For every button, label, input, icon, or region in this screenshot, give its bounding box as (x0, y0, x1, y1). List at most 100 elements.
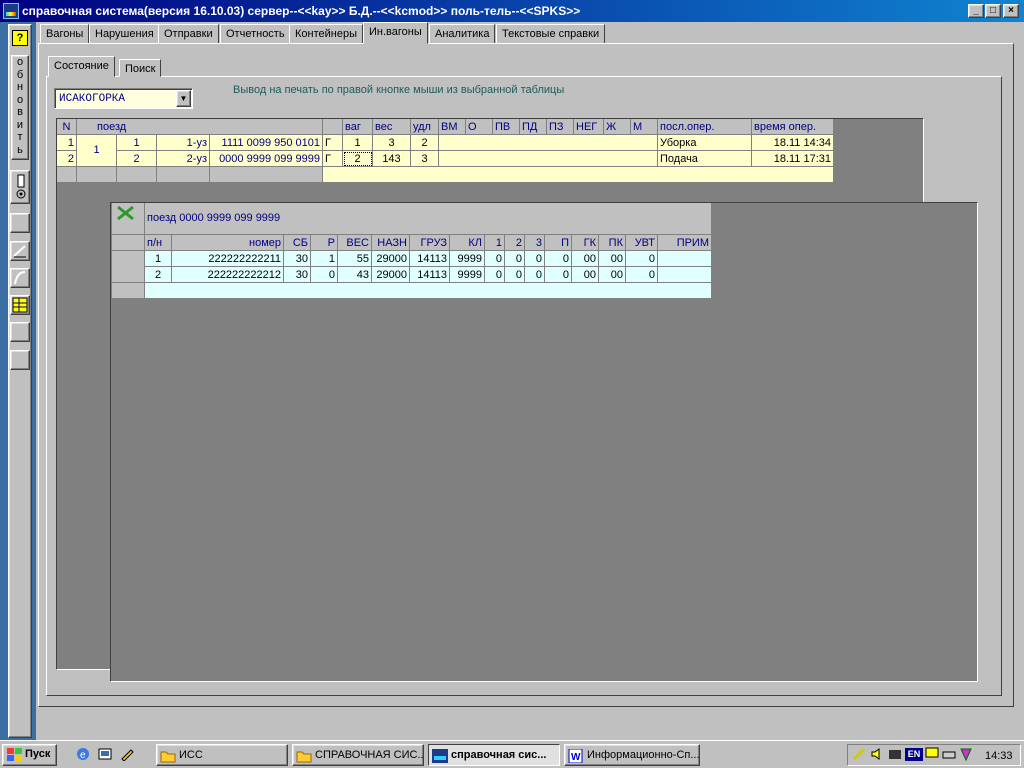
close-button[interactable]: × (1003, 4, 1019, 18)
table-row-2-ves[interactable]: 143 (373, 151, 411, 167)
table-row-nomer[interactable]: 222222222211 (172, 251, 284, 267)
monitor-icon[interactable] (925, 747, 939, 761)
tray-app-icon[interactable] (888, 747, 902, 761)
table-row-2-vag[interactable]: 2 (343, 151, 373, 167)
table-row-3-data[interactable] (323, 167, 834, 183)
table-row-gruz[interactable]: 14113 (410, 267, 450, 283)
table-row-uvt[interactable]: 0 (626, 267, 658, 283)
task-spravochnaya-app[interactable]: справочная сис... (428, 744, 560, 766)
table-row-r[interactable]: 0 (311, 267, 338, 283)
tab-vagony[interactable]: Вагоны (40, 24, 90, 44)
table-row-pk[interactable]: 00 (599, 267, 626, 283)
table-row-kl[interactable]: 9999 (450, 251, 485, 267)
table-row-2-time[interactable]: 18.11 17:31 (752, 151, 834, 167)
table-row-2-udl[interactable]: 3 (411, 151, 439, 167)
row-indicator[interactable] (112, 251, 145, 283)
row-indicator-empty[interactable] (112, 283, 145, 299)
table-row-p[interactable]: 0 (545, 267, 572, 283)
maximize-button[interactable]: □ (985, 4, 1001, 18)
table-row-1-flags[interactable] (439, 135, 658, 151)
table-row-2-c1[interactable]: 2 (117, 151, 157, 167)
tab-narusheniya[interactable]: Нарушения (89, 24, 160, 44)
ie-icon[interactable]: e (76, 747, 90, 761)
table-row-1-time[interactable]: 18.11 14:34 (752, 135, 834, 151)
antivirus-icon[interactable] (959, 747, 973, 762)
scanner-icon[interactable] (942, 747, 956, 761)
help-button[interactable]: ? (12, 30, 28, 46)
table-row-h2[interactable]: 0 (505, 251, 525, 267)
table-row-gk[interactable]: 00 (572, 267, 599, 283)
table-row-1-n[interactable]: 1 (57, 135, 77, 151)
table-row-1-udl[interactable]: 2 (411, 135, 439, 151)
table-row-empty[interactable] (145, 283, 712, 299)
task-iss[interactable]: ИСС (156, 744, 288, 766)
table-row-1-vag[interactable]: 1 (343, 135, 373, 151)
network-icon[interactable] (852, 747, 866, 761)
pencil-icon[interactable] (120, 747, 134, 762)
task-word-doc[interactable]: W Информационно-Сп... (564, 744, 700, 766)
table-row-2-index[interactable]: 0000 9999 099 9999 (210, 151, 323, 167)
station-select[interactable]: ИСАКОГОРКА ▼ (54, 88, 193, 109)
table-row-1-c2[interactable]: 1-уз (157, 135, 210, 151)
start-button[interactable]: Пуск (2, 744, 57, 766)
tool-button-3[interactable] (10, 350, 30, 370)
table-row-prim[interactable] (658, 267, 712, 283)
table-row-uvt[interactable]: 0 (626, 251, 658, 267)
table-row-ves[interactable]: 55 (338, 251, 372, 267)
table-row-h2[interactable]: 0 (505, 267, 525, 283)
table-row-3-c0[interactable] (77, 167, 117, 183)
table-row-3-c1[interactable] (117, 167, 157, 183)
tool-button-1[interactable] (10, 213, 30, 233)
refresh-button[interactable]: о б н о в и т ь (11, 55, 29, 160)
tab-konteynery[interactable]: Контейнеры (289, 24, 363, 44)
table-row-pn[interactable]: 1 (145, 251, 172, 267)
table-row-1-ves[interactable]: 3 (373, 135, 411, 151)
table-row-prim[interactable] (658, 251, 712, 267)
table-row-h1[interactable]: 0 (485, 267, 505, 283)
curve-icon[interactable] (10, 268, 30, 288)
desktop-icon[interactable] (98, 747, 112, 761)
table-row-h3[interactable]: 0 (525, 267, 545, 283)
table-row-ves[interactable]: 43 (338, 267, 372, 283)
table-row-nomer[interactable]: 222222222212 (172, 267, 284, 283)
table-row-1-g[interactable]: Г (323, 135, 343, 151)
table-row-nazn[interactable]: 29000 (372, 267, 410, 283)
task-spravochnaya-folder[interactable]: СПРАВОЧНАЯ СИС... (292, 744, 424, 766)
table-row-gk[interactable]: 00 (572, 251, 599, 267)
table-row-2-c2[interactable]: 2-уз (157, 151, 210, 167)
tab-otpravki[interactable]: Отправки (158, 24, 219, 44)
table-row-2-flags[interactable] (439, 151, 658, 167)
table-row-sb[interactable]: 30 (284, 267, 311, 283)
close-detail-button[interactable] (112, 203, 145, 235)
table-icon[interactable] (10, 295, 30, 315)
table-row-1-posl[interactable]: Уборка (658, 135, 752, 151)
table-row-p[interactable]: 0 (545, 251, 572, 267)
tool-button-2[interactable] (10, 322, 30, 342)
table-row-kl[interactable]: 9999 (450, 267, 485, 283)
tab-analitika[interactable]: Аналитика (429, 24, 496, 44)
minimize-button[interactable]: _ (968, 4, 984, 18)
table-row-group[interactable]: 1 (77, 135, 117, 167)
table-row-pk[interactable]: 00 (599, 251, 626, 267)
table-row-2-n[interactable]: 2 (57, 151, 77, 167)
table-row-3-index[interactable] (210, 167, 323, 183)
language-indicator[interactable]: EN (905, 748, 923, 761)
tab-tekstovye-spravki[interactable]: Текстовые справки (496, 24, 606, 44)
table-row-3-c2[interactable] (157, 167, 210, 183)
tab-poisk[interactable]: Поиск (119, 59, 162, 77)
table-row-3-n[interactable] (57, 167, 77, 183)
table-row-r[interactable]: 1 (311, 251, 338, 267)
tab-sostoyanie[interactable]: Состояние (48, 56, 115, 77)
table-row-1-c1[interactable]: 1 (117, 135, 157, 151)
chevron-down-icon[interactable]: ▼ (176, 90, 191, 107)
table-row-nazn[interactable]: 29000 (372, 251, 410, 267)
tab-in-vagony[interactable]: Ин.вагоны (363, 22, 428, 44)
table-row-pn[interactable]: 2 (145, 267, 172, 283)
table-row-1-index[interactable]: 1111 0099 950 0101 (210, 135, 323, 151)
wagon-icon[interactable] (10, 170, 30, 204)
table-row-h1[interactable]: 0 (485, 251, 505, 267)
table-row-h3[interactable]: 0 (525, 251, 545, 267)
table-row-sb[interactable]: 30 (284, 251, 311, 267)
table-row-gruz[interactable]: 14113 (410, 251, 450, 267)
table-row-2-g[interactable]: Г (323, 151, 343, 167)
